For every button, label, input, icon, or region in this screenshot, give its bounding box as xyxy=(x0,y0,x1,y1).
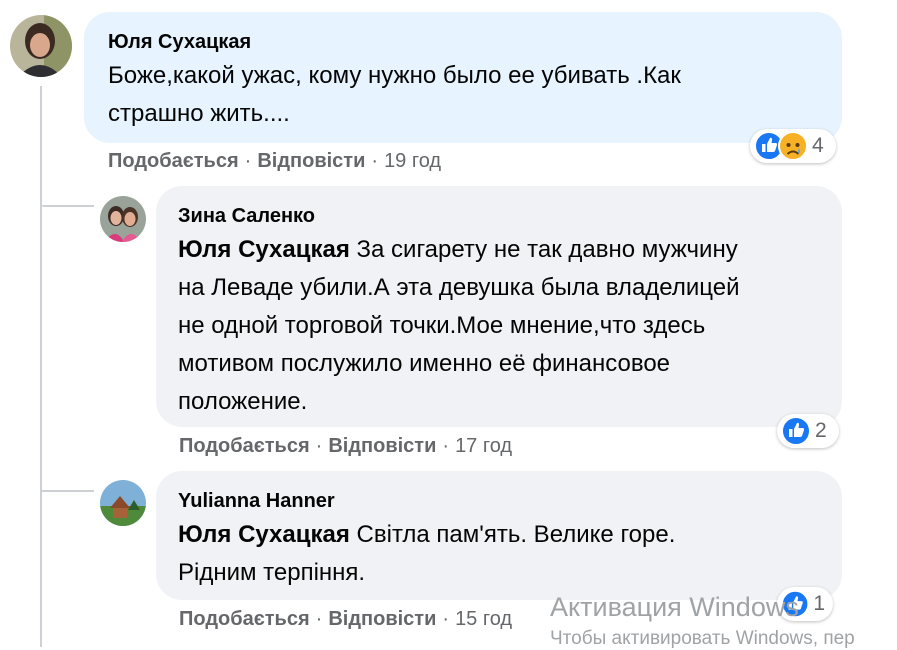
like-link[interactable]: Подобається xyxy=(108,150,239,172)
reply-bubble: Зина Саленко Юля Сухацкая За сигарету не… xyxy=(156,186,842,427)
thread-line-vertical xyxy=(40,86,42,647)
separator: · xyxy=(442,435,450,457)
reply-text-line-1: Юля Сухацкая За сигарету не так давно му… xyxy=(178,231,842,269)
reaction-count: 1 xyxy=(813,592,825,615)
sad-icon xyxy=(778,131,808,161)
separator: · xyxy=(442,608,450,630)
reply-text-line-5: положение. xyxy=(178,388,308,415)
comment-bubble: Юля Сухацкая Боже,какой ужас, кому нужно… xyxy=(84,12,842,143)
comment-time[interactable]: 19 год xyxy=(384,150,441,172)
thread-line-branch-2 xyxy=(42,490,94,492)
reply-time[interactable]: 15 год xyxy=(455,608,512,630)
reply-link[interactable]: Відповісти xyxy=(257,150,365,172)
separator: · xyxy=(371,150,379,172)
reply-text-line-4: мотивом послужило именно её финансовое xyxy=(178,350,671,377)
reply-time[interactable]: 17 год xyxy=(455,435,512,457)
avatar[interactable] xyxy=(100,196,146,242)
reaction-count: 2 xyxy=(815,419,827,442)
comment-text-line-1: Боже,какой ужас, кому нужно было ее убив… xyxy=(108,62,681,89)
separator: · xyxy=(244,150,252,172)
reply-bubble: Yulianna Hanner Юля Сухацкая Світла пам'… xyxy=(156,471,842,600)
reply-actions: Подобається · Відповісти · 17 год xyxy=(179,435,512,458)
avatar-photo-icon xyxy=(10,15,72,77)
separator: · xyxy=(315,435,323,457)
avatar-photo-icon xyxy=(100,196,146,242)
reply-text: За сигарету не так давно мужчину xyxy=(356,236,738,263)
like-link[interactable]: Подобається xyxy=(179,608,310,630)
reply-text-line-2: на Леваде убили.А эта девушка была владе… xyxy=(178,274,740,301)
reply-link[interactable]: Відповісти xyxy=(328,608,436,630)
reply-text-line-3: не одной торговой точки.Мое мнение,что з… xyxy=(178,312,706,339)
reply-author[interactable]: Зина Саленко xyxy=(178,204,842,228)
comment-text-line-2: страшно жить.... xyxy=(108,100,290,127)
like-link[interactable]: Подобається xyxy=(179,435,310,457)
thread-line-branch-1 xyxy=(42,205,94,207)
windows-activation-watermark: Активация Windows xyxy=(550,592,799,622)
avatar-photo-icon xyxy=(100,480,146,526)
comment-actions: Подобається · Відповісти · 19 год xyxy=(108,150,441,173)
mention-link[interactable]: Юля Сухацкая xyxy=(178,236,350,263)
reply-text-line-2: Рідним терпіння. xyxy=(178,559,366,586)
reply-author[interactable]: Yulianna Hanner xyxy=(178,489,842,513)
reply-link[interactable]: Відповісти xyxy=(328,435,436,457)
like-icon xyxy=(781,416,811,446)
reply-actions: Подобається · Відповісти · 15 год xyxy=(179,608,512,631)
reaction-summary[interactable]: 4 xyxy=(750,129,836,163)
avatar[interactable] xyxy=(100,480,146,526)
reaction-summary[interactable]: 2 xyxy=(777,414,839,448)
avatar[interactable] xyxy=(10,15,72,77)
reply-text: Світла пам'ять. Велике горе. xyxy=(356,521,676,548)
mention-link[interactable]: Юля Сухацкая xyxy=(178,521,350,548)
separator: · xyxy=(315,608,323,630)
comment-author[interactable]: Юля Сухацкая xyxy=(108,30,842,54)
reply-text-line-1: Юля Сухацкая Світла пам'ять. Велике горе… xyxy=(178,516,842,554)
reaction-count: 4 xyxy=(812,134,824,157)
